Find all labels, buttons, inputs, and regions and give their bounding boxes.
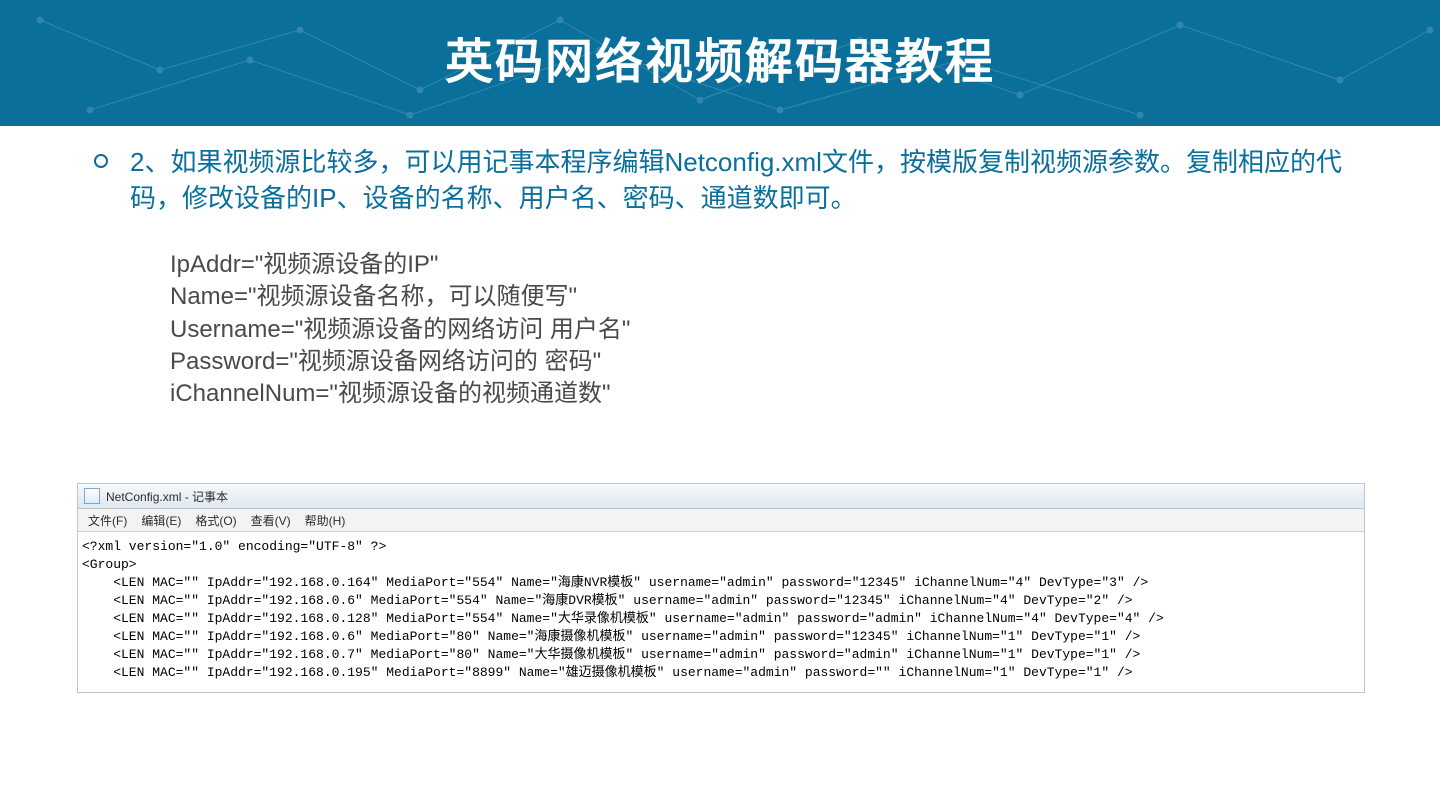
def-password: Password="视频源设备网络访问的 密码" <box>170 346 1360 378</box>
page-title: 英码网络视频解码器教程 <box>0 0 1440 126</box>
instruction-text: 2、如果视频源比较多，可以用记事本程序编辑Netconfig.xml文件，按模版… <box>130 147 1342 213</box>
notepad-titlebar: NetConfig.xml - 记事本 <box>78 484 1364 509</box>
bullet-icon <box>94 154 108 168</box>
menu-view[interactable]: 查看(V) <box>251 512 291 529</box>
def-username: Username="视频源设备的网络访问 用户名" <box>170 314 1360 346</box>
def-name: Name="视频源设备名称，可以随便写" <box>170 281 1360 313</box>
notepad-editor[interactable]: <?xml version="1.0" encoding="UTF-8" ?> … <box>78 532 1364 692</box>
menu-help[interactable]: 帮助(H) <box>305 512 346 529</box>
def-ipaddr: IpAddr="视频源设备的IP" <box>170 249 1360 281</box>
banner: 英码网络视频解码器教程 <box>0 0 1440 126</box>
notepad-window: NetConfig.xml - 记事本 文件(F) 编辑(E) 格式(O) 查看… <box>78 484 1364 692</box>
menu-edit[interactable]: 编辑(E) <box>141 512 181 529</box>
content-area: 2、如果视频源比较多，可以用记事本程序编辑Netconfig.xml文件，按模版… <box>0 126 1440 411</box>
notepad-menubar: 文件(F) 编辑(E) 格式(O) 查看(V) 帮助(H) <box>78 509 1364 532</box>
parameter-definitions: IpAddr="视频源设备的IP" Name="视频源设备名称，可以随便写" U… <box>80 249 1360 411</box>
notepad-title: NetConfig.xml - 记事本 <box>106 488 228 505</box>
menu-file[interactable]: 文件(F) <box>88 512 127 529</box>
document-icon <box>84 488 100 504</box>
instruction-paragraph: 2、如果视频源比较多，可以用记事本程序编辑Netconfig.xml文件，按模版… <box>80 144 1360 217</box>
menu-format[interactable]: 格式(O) <box>195 512 236 529</box>
def-ichannelnum: iChannelNum="视频源设备的视频通道数" <box>170 378 1360 410</box>
